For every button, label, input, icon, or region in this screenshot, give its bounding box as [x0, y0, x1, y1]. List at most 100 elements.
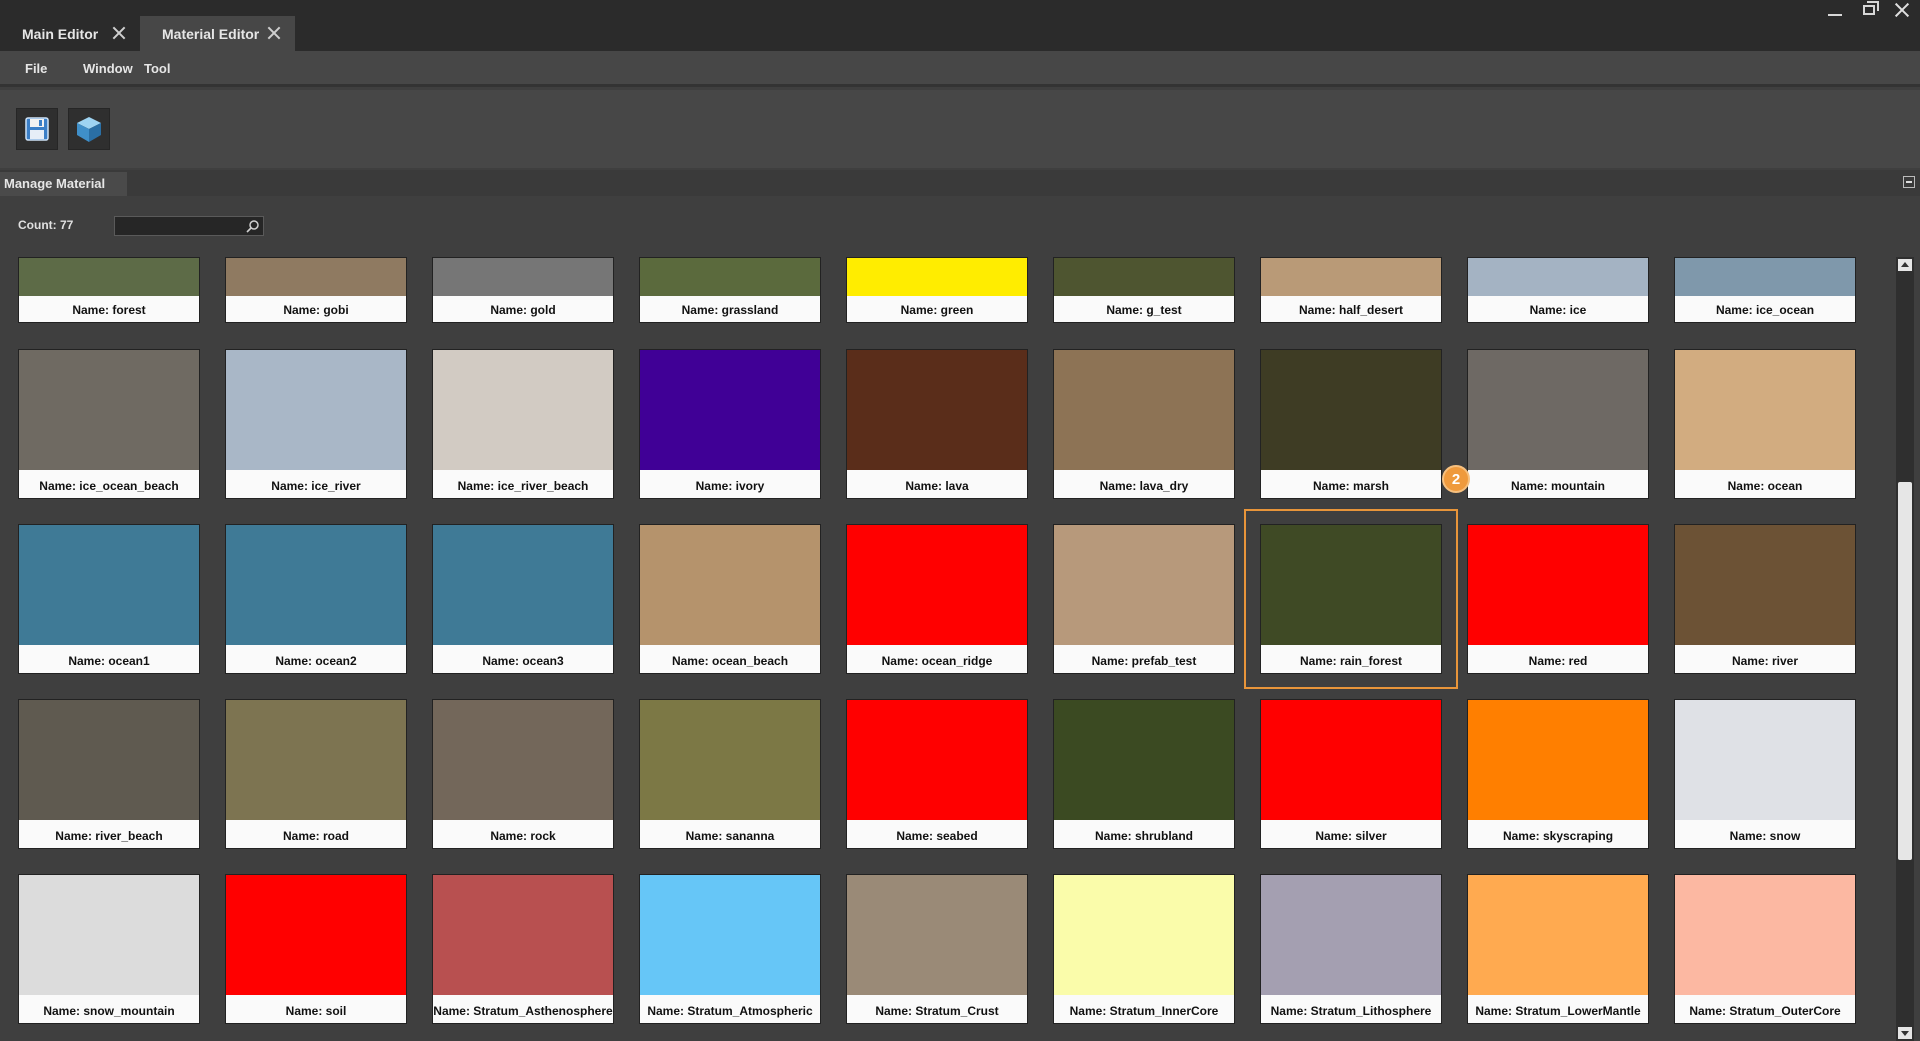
tab-label: Main Editor	[22, 25, 99, 42]
material-card[interactable]: Name: Stratum_Crust	[846, 874, 1028, 1024]
material-thumbnail	[1468, 700, 1648, 820]
restore-button[interactable]	[1852, 0, 1886, 20]
material-name: Name: prefab_test	[1054, 649, 1234, 673]
material-card[interactable]: Name: ocean2	[225, 524, 407, 674]
panel-title[interactable]: Manage Material	[0, 172, 127, 196]
material-card[interactable]: Name: gobi	[225, 257, 407, 323]
cube-icon	[77, 117, 101, 142]
material-card[interactable]: Name: snow_mountain	[18, 874, 200, 1024]
material-card[interactable]: Name: shrubland	[1053, 699, 1235, 849]
material-card[interactable]: Name: lava	[846, 349, 1028, 499]
material-thumbnail	[640, 525, 820, 645]
material-card[interactable]: Name: grassland	[639, 257, 821, 323]
material-card[interactable]: Name: g_test	[1053, 257, 1235, 323]
material-thumbnail	[1675, 525, 1855, 645]
material-card[interactable]: Name: ice_ocean	[1674, 257, 1856, 323]
scroll-up-button[interactable]	[1898, 259, 1912, 271]
material-thumbnail	[226, 350, 406, 470]
material-cube-button[interactable]	[68, 108, 110, 150]
material-card[interactable]: Name: ocean3	[432, 524, 614, 674]
material-thumbnail	[226, 875, 406, 995]
tab-material-editor[interactable]: Material Editor	[140, 16, 295, 51]
material-thumbnail	[19, 525, 199, 645]
material-card[interactable]: Name: ocean1	[18, 524, 200, 674]
material-card[interactable]: Name: silver	[1260, 699, 1442, 849]
material-card[interactable]: Name: ice_river	[225, 349, 407, 499]
material-name: Name: soil	[226, 999, 406, 1023]
material-card[interactable]: Name: lava_dry	[1053, 349, 1235, 499]
material-name: Name: ice_river	[226, 474, 406, 498]
material-card[interactable]: Name: prefab_test	[1053, 524, 1235, 674]
material-name: Name: ocean1	[19, 649, 199, 673]
material-card[interactable]: Name: marsh	[1260, 349, 1442, 499]
material-thumbnail	[1675, 875, 1855, 995]
material-card[interactable]: Name: Stratum_OuterCore	[1674, 874, 1856, 1024]
selection-highlight	[1244, 509, 1458, 689]
material-name: Name: seabed	[847, 824, 1027, 848]
material-thumbnail	[640, 258, 820, 296]
material-thumbnail	[1468, 350, 1648, 470]
material-card[interactable]: Name: ocean	[1674, 349, 1856, 499]
menu-window[interactable]: Window	[83, 61, 133, 76]
menu-file[interactable]: File	[25, 61, 47, 76]
material-card[interactable]: Name: Stratum_Atmospheric	[639, 874, 821, 1024]
material-card[interactable]: Name: ice_river_beach	[432, 349, 614, 499]
material-thumbnail	[847, 700, 1027, 820]
minimize-button[interactable]	[1818, 0, 1852, 20]
material-card[interactable]: Name: road	[225, 699, 407, 849]
save-button[interactable]	[16, 108, 58, 150]
material-card[interactable]: Name: Stratum_Lithosphere	[1260, 874, 1442, 1024]
material-card[interactable]: Name: half_desert	[1260, 257, 1442, 323]
material-card[interactable]: Name: gold	[432, 257, 614, 323]
material-card[interactable]: Name: sananna	[639, 699, 821, 849]
material-card[interactable]: Name: ivory	[639, 349, 821, 499]
material-thumbnail	[1054, 525, 1234, 645]
material-card[interactable]: Name: mountain	[1467, 349, 1649, 499]
material-thumbnail	[433, 875, 613, 995]
close-window-button[interactable]	[1885, 0, 1919, 20]
material-card[interactable]: Name: river_beach	[18, 699, 200, 849]
material-card[interactable]: Name: ice_ocean_beach	[18, 349, 200, 499]
material-card[interactable]: Name: snow	[1674, 699, 1856, 849]
material-card[interactable]: Name: Stratum_Asthenosphere	[432, 874, 614, 1024]
material-card[interactable]: Name: skyscraping	[1467, 699, 1649, 849]
material-card[interactable]: Name: red	[1467, 524, 1649, 674]
material-card[interactable]: Name: ocean_ridge	[846, 524, 1028, 674]
material-name: Name: ice_ocean	[1675, 298, 1855, 322]
material-card[interactable]: Name: river	[1674, 524, 1856, 674]
material-card[interactable]: Name: rock	[432, 699, 614, 849]
material-card[interactable]: Name: green	[846, 257, 1028, 323]
material-card[interactable]: Name: Stratum_InnerCore	[1053, 874, 1235, 1024]
material-count: Count: 77	[18, 218, 74, 232]
material-name: Name: ocean	[1675, 474, 1855, 498]
material-card[interactable]: Name: seabed	[846, 699, 1028, 849]
title-bar: Main Editor Material Editor	[0, 0, 1920, 51]
material-card[interactable]: Name: soil	[225, 874, 407, 1024]
material-name: Name: forest	[19, 298, 199, 322]
menu-tool[interactable]: Tool	[144, 61, 170, 76]
material-thumbnail	[433, 350, 613, 470]
material-name: Name: river_beach	[19, 824, 199, 848]
material-card[interactable]: Name: Stratum_LowerMantle	[1467, 874, 1649, 1024]
search-icon[interactable]	[246, 219, 260, 233]
tab-main-editor[interactable]: Main Editor	[0, 16, 140, 51]
scroll-down-button[interactable]	[1898, 1027, 1912, 1039]
scrollbar-thumb[interactable]	[1898, 482, 1912, 860]
material-card[interactable]: Name: ocean_beach	[639, 524, 821, 674]
material-thumbnail	[847, 875, 1027, 995]
material-card[interactable]: Name: ice	[1467, 257, 1649, 323]
material-thumbnail	[19, 875, 199, 995]
search-input[interactable]	[115, 217, 243, 235]
vertical-scrollbar[interactable]	[1896, 257, 1914, 1041]
pin-icon[interactable]	[1903, 176, 1915, 188]
material-card[interactable]: Name: forest	[18, 257, 200, 323]
panel-header: Manage Material	[0, 170, 1920, 196]
material-name: Name: ocean_ridge	[847, 649, 1027, 673]
close-tab-icon[interactable]	[112, 26, 126, 40]
material-thumbnail	[1468, 525, 1648, 645]
material-name: Name: ivory	[640, 474, 820, 498]
material-name: Name: ice	[1468, 298, 1648, 322]
material-name: Name: Stratum_Lithosphere	[1261, 999, 1441, 1023]
close-tab-icon[interactable]	[267, 26, 281, 40]
material-thumbnail	[226, 525, 406, 645]
